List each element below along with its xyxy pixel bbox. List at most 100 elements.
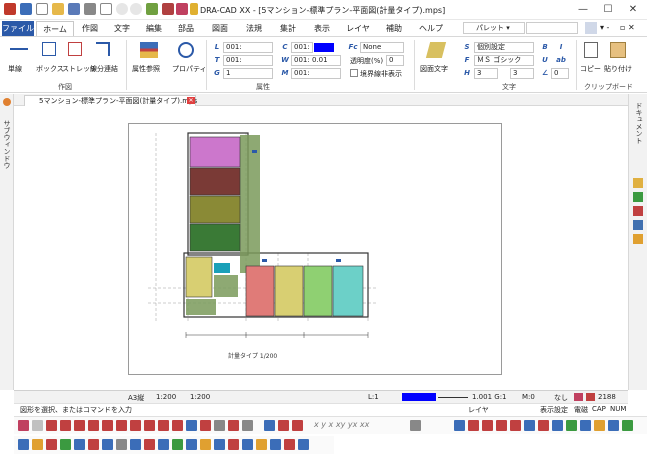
snap-endpoint-icon[interactable]	[32, 420, 43, 431]
snap-tangent-icon[interactable]	[102, 420, 113, 431]
tab-parts[interactable]: 部品	[172, 21, 200, 36]
hide-boundary-checkbox[interactable]	[350, 69, 358, 77]
view-tool-icon[interactable]	[524, 420, 535, 431]
ribbon-options-icon[interactable]	[585, 22, 597, 34]
display-settings-button[interactable]: 表示設定	[540, 405, 568, 415]
snap-ortho-icon[interactable]	[172, 420, 183, 431]
attribute-reference-button[interactable]: 属性参照	[132, 64, 160, 74]
layer-field[interactable]: 001:	[223, 42, 273, 53]
snap-center-icon[interactable]	[74, 420, 85, 431]
panel-tool-icon[interactable]	[633, 220, 643, 230]
print-icon[interactable]	[84, 3, 96, 15]
edit-tool-icon[interactable]	[158, 439, 169, 450]
folder-small-icon[interactable]	[190, 3, 198, 15]
copy-button[interactable]: コピー	[580, 64, 601, 74]
view-tool-icon[interactable]	[552, 420, 563, 431]
maximize-button[interactable]: ☐	[597, 2, 619, 18]
undo-icon[interactable]	[116, 3, 128, 15]
snap-nearest-icon[interactable]	[116, 420, 127, 431]
snap-clear-icon[interactable]	[242, 420, 253, 431]
edit-tool-icon[interactable]	[102, 439, 113, 450]
new-file-icon[interactable]	[36, 3, 48, 15]
panel-tool-icon[interactable]	[633, 206, 643, 216]
line-type-field[interactable]: 001:	[223, 55, 273, 66]
edit-tool-icon[interactable]	[298, 439, 309, 450]
line-color-field[interactable]: 001:	[291, 42, 313, 53]
document-tab-active[interactable]: 5マンション-標準プラン-平面図(計量タイプ).mps	[24, 95, 197, 106]
italic-icon[interactable]: I	[556, 42, 566, 52]
tab-drawing[interactable]: 図面	[206, 21, 234, 36]
snap-perp-icon[interactable]	[88, 420, 99, 431]
edit-tool-icon[interactable]	[144, 439, 155, 450]
text-angle-field[interactable]: 0	[551, 68, 569, 79]
view-tool-icon[interactable]	[580, 420, 591, 431]
bold-icon[interactable]: B	[540, 42, 550, 52]
font-field[interactable]: ＭＳ ゴシック	[474, 55, 534, 66]
close-document-icon[interactable]: ✕	[187, 97, 195, 104]
view-tool-icon[interactable]	[482, 420, 493, 431]
tab-assist[interactable]: 補助	[380, 21, 408, 36]
minimize-button[interactable]: —	[572, 2, 594, 18]
view-tool-icon[interactable]	[496, 420, 507, 431]
layer-icon[interactable]	[146, 3, 158, 15]
panel-tool-icon[interactable]	[633, 234, 643, 244]
edit-tool-icon[interactable]	[130, 439, 141, 450]
edit-tool-icon[interactable]	[256, 439, 267, 450]
box-icon[interactable]	[42, 42, 56, 56]
close-button[interactable]: ✕	[622, 2, 644, 18]
property-icon[interactable]	[178, 42, 194, 58]
document-tab[interactable]: ドキュメント	[634, 102, 644, 144]
coord-tool-icon[interactable]	[264, 420, 275, 431]
single-line-button[interactable]: 単線	[8, 64, 22, 74]
panel-tool-icon[interactable]	[633, 192, 643, 202]
pallet-dropdown[interactable]: パレット ▾	[463, 22, 525, 34]
line-width-field[interactable]: 001: 0.01	[291, 55, 341, 66]
single-line-icon[interactable]	[10, 48, 28, 50]
snap-grid-icon[interactable]	[158, 420, 169, 431]
ribbon-search-input[interactable]	[526, 22, 578, 34]
snap-tool-icon[interactable]	[18, 420, 29, 431]
star-icon[interactable]	[278, 420, 289, 431]
tab-draw[interactable]: 作図	[76, 21, 104, 36]
drawing-text-button[interactable]: 図面文字	[420, 64, 448, 74]
copy-icon[interactable]	[584, 42, 598, 58]
edit-tool-icon[interactable]	[74, 439, 85, 450]
line-join-button[interactable]: 線分連結	[90, 64, 118, 74]
floor-plan-drawing[interactable]	[128, 123, 502, 375]
edit-tool-icon[interactable]	[88, 439, 99, 450]
mode-field[interactable]: 001:	[291, 68, 341, 79]
open-folder-icon[interactable]	[52, 3, 64, 15]
mode-status[interactable]: M:0	[522, 393, 535, 401]
line-type-status[interactable]	[438, 397, 468, 398]
refresh-icon[interactable]	[162, 3, 174, 15]
layout-icon[interactable]	[20, 3, 32, 15]
tab-edit[interactable]: 編集	[140, 21, 168, 36]
edit-tool-icon[interactable]	[32, 439, 43, 450]
view-tool-icon[interactable]	[468, 420, 479, 431]
tool-icon[interactable]	[292, 420, 303, 431]
plus-icon[interactable]	[410, 420, 421, 431]
save-icon[interactable]	[68, 3, 80, 15]
line-join-icon[interactable]	[96, 42, 110, 56]
snap-midpoint-icon[interactable]	[46, 420, 57, 431]
underline-icon[interactable]: U	[540, 55, 550, 65]
ribbon-window-controls-icon[interactable]: ▫ ✕	[620, 23, 635, 32]
pin-icon[interactable]	[3, 98, 11, 106]
line-color-swatch[interactable]	[314, 43, 334, 52]
opacity-field[interactable]: 0	[386, 55, 404, 66]
tab-law[interactable]: 法規	[240, 21, 268, 36]
snap-none-status[interactable]: なし	[554, 393, 568, 403]
snap-cross-icon[interactable]	[228, 420, 239, 431]
edit-tool-icon[interactable]	[46, 439, 57, 450]
ratio-status[interactable]: 1.001 G:1	[472, 393, 507, 401]
coordinate-mode-icons[interactable]: x y x xy yx xx	[314, 420, 369, 429]
tab-help[interactable]: ヘルプ	[414, 21, 448, 36]
view-tool-icon[interactable]	[566, 420, 577, 431]
edit-tool-icon[interactable]	[172, 439, 183, 450]
scale-field[interactable]: 1:200	[156, 393, 176, 401]
tab-home[interactable]: ホーム	[36, 21, 74, 36]
text-style-field[interactable]: 個別設定	[474, 42, 534, 53]
edit-tool-icon[interactable]	[228, 439, 239, 450]
tab-view[interactable]: 表示	[308, 21, 336, 36]
edit-tool-icon[interactable]	[270, 439, 281, 450]
